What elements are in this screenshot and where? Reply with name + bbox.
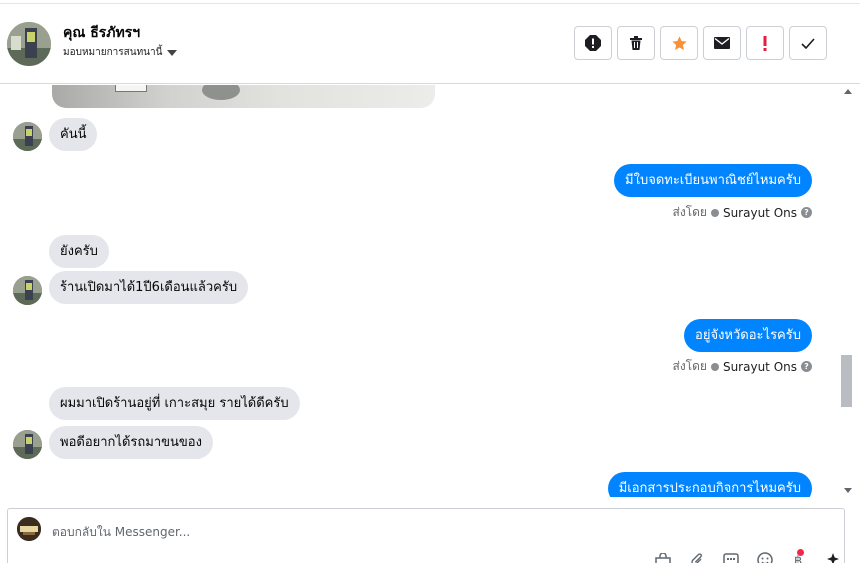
star-button[interactable]	[660, 26, 698, 60]
mark-important-button[interactable]	[746, 26, 784, 60]
mark-done-button[interactable]	[789, 26, 827, 60]
emoji-icon[interactable]	[755, 552, 775, 563]
conversation-header: คุณ ธีรภัทรฯ มอบหมายการสนทนานี้	[0, 0, 860, 84]
attachment-icon[interactable]	[687, 552, 707, 563]
caret-down-icon	[167, 49, 178, 56]
contact-avatar-small	[13, 430, 42, 459]
message-thread[interactable]: คันนี้ มีใบจดทะเบียนพาณิชย์ไหมครับ ส่งโด…	[0, 85, 838, 497]
divider	[0, 3, 860, 4]
message-incoming[interactable]: พอดีอยากได้รถมาขนของ	[49, 426, 213, 459]
mail-icon	[714, 37, 730, 49]
message-incoming[interactable]: ร้านเปิดมาได้1ปี6เดือนแล้วครับ	[49, 271, 249, 304]
mark-unread-button[interactable]	[703, 26, 741, 60]
sent-by-label: ส่งโดย	[672, 205, 707, 219]
composer-toolbar: ฿	[653, 552, 843, 563]
page-avatar	[17, 517, 41, 541]
assign-conversation-dropdown[interactable]: มอบหมายการสนทนานี้	[63, 45, 178, 60]
more-actions-icon[interactable]	[823, 552, 843, 563]
action-toolbar	[574, 26, 827, 60]
scroll-thumb[interactable]	[841, 355, 852, 407]
sender-avatar-icon	[710, 362, 719, 371]
help-icon[interactable]: ?	[801, 361, 812, 372]
delete-button[interactable]	[617, 26, 655, 60]
scroll-up-arrow-icon[interactable]	[844, 89, 852, 94]
photo-plate	[115, 85, 147, 92]
notification-dot	[797, 549, 804, 556]
important-icon	[763, 36, 767, 51]
assign-label: มอบหมายการสนทนานี้	[63, 47, 163, 58]
shared-photo[interactable]	[52, 85, 435, 108]
message-incoming[interactable]: คันนี้	[49, 118, 98, 151]
sender-name[interactable]: Surayut Ons	[723, 206, 797, 220]
message-outgoing[interactable]: มีเอกสารประกอบกิจการไหมครับ	[607, 472, 812, 497]
contact-avatar-small	[13, 276, 42, 305]
message-outgoing[interactable]: มีใบจดทะเบียนพาณิชย์ไหมครับ	[614, 164, 812, 197]
conversation-panel: คุณ ธีรภัทรฯ มอบหมายการสนทนานี้ คันนี้ ม…	[0, 0, 863, 563]
scroll-down-arrow-icon[interactable]	[844, 488, 852, 493]
contact-avatar-small	[13, 122, 42, 151]
sent-by-info: ส่งโดย Surayut Ons ?	[672, 357, 812, 376]
sent-by-info: ส่งโดย Surayut Ons ?	[672, 203, 812, 222]
message-incoming[interactable]: ยังครับ	[49, 235, 109, 268]
reply-input[interactable]: ตอบกลับใน Messenger...	[52, 523, 190, 542]
scrollbar[interactable]	[838, 85, 856, 497]
sender-name[interactable]: Surayut Ons	[723, 360, 797, 374]
mark-spam-button[interactable]	[574, 26, 612, 60]
star-icon	[671, 35, 687, 50]
reply-composer[interactable]: ตอบกลับใน Messenger... ฿	[7, 508, 845, 563]
spam-icon	[585, 35, 601, 51]
message-outgoing[interactable]: อยู่จังหวัดอะไรครับ	[684, 319, 812, 352]
photo-wheel	[202, 85, 240, 100]
sender-avatar-icon	[710, 208, 719, 217]
sent-by-label: ส่งโดย	[672, 359, 707, 373]
contact-avatar[interactable]	[7, 22, 51, 66]
check-icon	[801, 37, 815, 49]
message-incoming[interactable]: ผมมาเปิดร้านอยู่ที่ เกาะสมุย รายได้ดีครั…	[49, 387, 300, 420]
saved-replies-icon[interactable]	[721, 552, 741, 563]
help-icon[interactable]: ?	[801, 207, 812, 218]
contact-name[interactable]: คุณ ธีรภัทรฯ	[63, 22, 140, 44]
shop-icon[interactable]	[653, 552, 673, 563]
trash-icon	[630, 36, 642, 50]
